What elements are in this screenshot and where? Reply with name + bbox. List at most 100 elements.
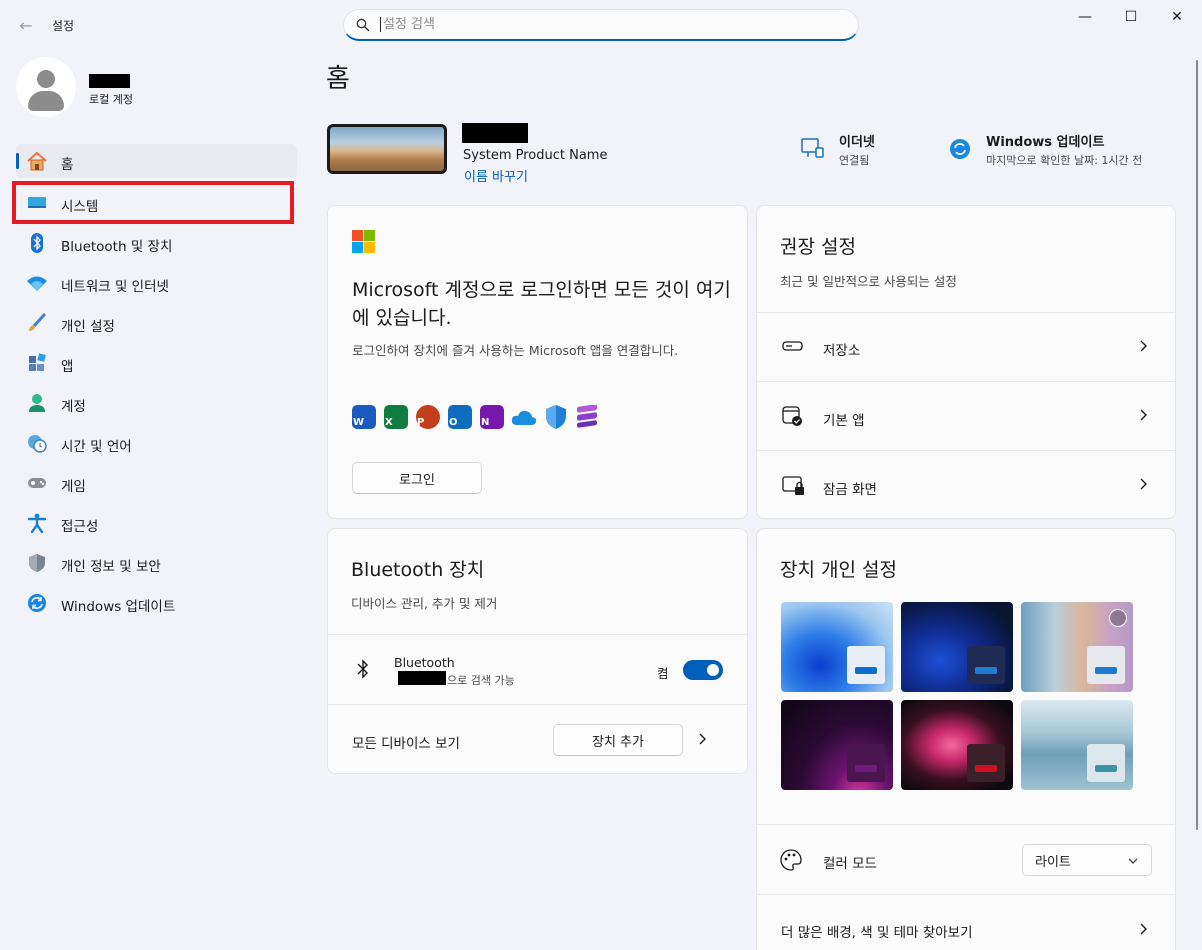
sidebar-item-network[interactable]: 네트워크 및 인터넷 (16, 266, 297, 300)
divider (757, 824, 1175, 825)
close-icon: ✕ (1171, 9, 1183, 25)
excel-icon: X (384, 405, 408, 429)
sidebar-item-label: Windows 업데이트 (61, 599, 176, 615)
device-wallpaper-thumbnail (327, 124, 447, 174)
recommended-row-default-apps[interactable]: 기본 앱 (757, 382, 1175, 450)
search-input[interactable] (380, 17, 820, 32)
theme-thumbnail-4[interactable] (781, 700, 893, 790)
theme-thumbnail-2[interactable] (901, 602, 1013, 692)
accessibility-icon (26, 513, 48, 533)
sidebar-item-accounts[interactable]: 계정 (16, 386, 297, 420)
theme-thumbnail-3[interactable] (1021, 602, 1133, 692)
sidebar-item-apps[interactable]: 앱 (16, 346, 297, 380)
signin-button[interactable]: 로그인 (352, 462, 482, 494)
sidebar-item-personalization[interactable]: 개인 설정 (16, 306, 297, 340)
ethernet-subtitle: 연결됨 (839, 154, 870, 167)
shield-icon (26, 553, 48, 573)
maximize-icon: ☐ (1124, 9, 1138, 25)
sidebar-item-label: Bluetooth 및 장치 (61, 239, 173, 255)
clipchamp-icon (576, 404, 598, 433)
account-type: 로컬 계정 (89, 93, 133, 106)
home-icon (26, 151, 48, 171)
recommended-title: 권장 설정 (780, 236, 856, 258)
divider (328, 634, 747, 635)
view-all-devices-link[interactable]: 모든 디바이스 보기 (352, 732, 460, 752)
chevron-right-icon (1140, 923, 1147, 935)
avatar[interactable] (16, 57, 76, 117)
spotlight-icon (1109, 609, 1127, 627)
bluetooth-device-icon (355, 658, 371, 684)
row-label: 저장소 (823, 343, 861, 359)
scrollbar[interactable] (1196, 60, 1198, 830)
chevron-down-icon (1128, 858, 1138, 864)
recommended-subtitle: 최근 및 일반적으로 사용되는 설정 (780, 274, 957, 289)
bluetooth-icon (26, 233, 48, 253)
device-name-redacted (462, 123, 528, 143)
person-icon (26, 393, 48, 413)
active-indicator (16, 153, 19, 169)
recommended-row-lock-screen[interactable]: 잠금 화면 (757, 451, 1175, 519)
apps-icon (26, 353, 48, 373)
lock-screen-icon (782, 476, 804, 495)
ms-card-title: Microsoft 계정으로 로그인하면 모든 것이 여기에 있습니다. (352, 279, 731, 329)
chevron-right-icon (1140, 409, 1147, 421)
sidebar-item-windows-update[interactable]: Windows 업데이트 (16, 586, 297, 620)
clock-globe-icon (26, 433, 48, 453)
update-title: Windows 업데이트 (986, 135, 1105, 150)
windows-update-status[interactable] (948, 137, 972, 165)
app-title: 설정 (52, 19, 75, 33)
powerpoint-icon: P (416, 405, 440, 429)
user-name-redacted (89, 74, 130, 88)
theme-thumbnail-5[interactable] (901, 700, 1013, 790)
onenote-icon: N (480, 405, 504, 429)
update-icon (26, 593, 48, 613)
bluetooth-toggle[interactable] (683, 660, 723, 680)
defender-icon (545, 404, 567, 434)
color-mode-label: 컬러 모드 (823, 856, 877, 872)
toggle-knob (707, 664, 719, 676)
update-status-icon (950, 139, 970, 159)
view-all-chevron[interactable] (697, 732, 707, 750)
sidebar-item-gaming[interactable]: 게임 (16, 466, 297, 500)
rename-link[interactable]: 이름 바꾸기 (464, 166, 528, 185)
more-themes-label: 더 많은 배경, 색 및 테마 찾아보기 (781, 925, 973, 941)
update-subtitle: 마지막으로 확인한 날짜: 1시간 전 (986, 154, 1143, 167)
close-button[interactable]: ✕ (1154, 0, 1200, 34)
onedrive-icon (511, 408, 537, 430)
color-mode-value: 라이트 (1035, 854, 1071, 870)
sidebar-item-home[interactable]: 홈 (16, 144, 297, 178)
theme-thumbnail-1[interactable] (781, 602, 893, 692)
add-device-button[interactable]: 장치 추가 (553, 724, 683, 756)
chevron-right-icon (1140, 340, 1147, 352)
sidebar-item-bluetooth[interactable]: Bluetooth 및 장치 (16, 226, 297, 260)
page-title: 홈 (326, 64, 350, 94)
search-box[interactable] (343, 9, 859, 41)
ethernet-status[interactable] (800, 136, 824, 164)
sidebar-item-label: 접근성 (61, 519, 99, 535)
color-palette-icon (780, 849, 802, 875)
back-button[interactable]: ← (12, 12, 40, 38)
chevron-right-icon (699, 733, 706, 745)
sidebar-item-label: 네트워크 및 인터넷 (61, 279, 169, 295)
search-icon (356, 18, 370, 31)
minimize-button[interactable]: — (1062, 0, 1108, 34)
bluetooth-device-label: Bluetooth (394, 655, 455, 670)
device-model: System Product Name (463, 148, 608, 163)
theme-thumbnail-6[interactable] (1021, 700, 1133, 790)
divider (328, 704, 747, 705)
back-arrow-icon: ← (19, 15, 33, 35)
recommended-row-storage[interactable]: 저장소 (757, 313, 1175, 381)
annotation-highlight-box (12, 181, 294, 224)
paintbrush-icon (26, 313, 48, 333)
sidebar-item-privacy-security[interactable]: 개인 정보 및 보안 (16, 546, 297, 580)
sidebar-item-time-language[interactable]: 시간 및 언어 (16, 426, 297, 460)
chevron-right-icon (1140, 478, 1147, 490)
sidebar-item-label: 시간 및 언어 (61, 439, 132, 455)
maximize-button[interactable]: ☐ (1108, 0, 1154, 34)
color-mode-dropdown[interactable]: 라이트 (1022, 844, 1152, 876)
sidebar-item-accessibility[interactable]: 접근성 (16, 506, 297, 540)
more-themes-row[interactable]: 더 많은 배경, 색 및 테마 찾아보기 (757, 895, 1175, 950)
ethernet-icon (801, 138, 824, 158)
word-icon: W (352, 405, 376, 429)
sidebar-item-label: 계정 (61, 399, 86, 415)
